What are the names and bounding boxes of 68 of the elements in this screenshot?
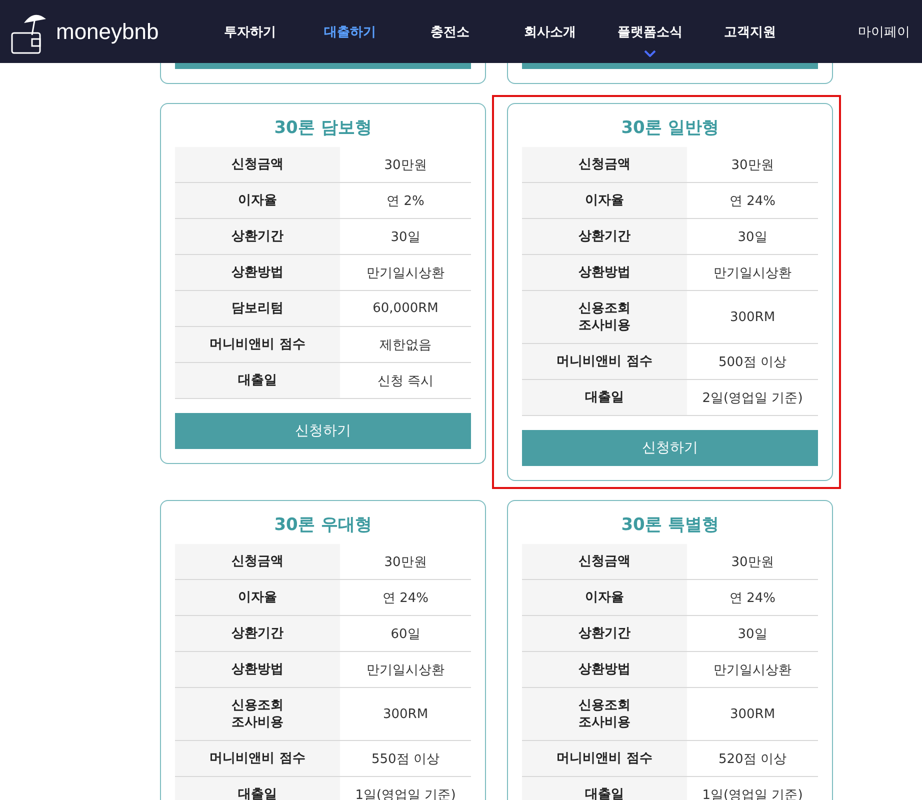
- row-label: 머니비앤비 점수: [522, 741, 687, 776]
- nav-item[interactable]: 마이페이: [858, 23, 910, 41]
- row-value: 520점 이상: [718, 750, 788, 768]
- row-value: 연 24%: [381, 590, 430, 608]
- row-label: 상환방법: [175, 652, 340, 687]
- row-label: 이자율: [522, 183, 687, 218]
- row-label: 이자율: [175, 580, 340, 615]
- row-value: 300RM: [382, 706, 430, 724]
- row-label: 신용조회 조사비용: [175, 688, 340, 740]
- row-value: 30일: [736, 228, 768, 246]
- row-label: 신청금액: [175, 147, 340, 182]
- row-label: 대출일: [522, 380, 687, 415]
- row-label: 머니비앤비 점수: [175, 741, 340, 776]
- row-label: 신청금액: [522, 544, 687, 579]
- row-label: 대출일: [522, 777, 687, 800]
- button-edge[interactable]: [522, 63, 818, 69]
- row-label: 신용조회 조사비용: [522, 291, 687, 343]
- row-value: 30일: [390, 228, 422, 246]
- row-value: 연 24%: [728, 192, 777, 210]
- nav-item[interactable]: 고객지원: [700, 14, 800, 48]
- row-value: 만기일시상환: [712, 264, 792, 282]
- row-value: 550점 이상: [370, 750, 440, 768]
- row-label: 머니비앤비 점수: [175, 327, 340, 362]
- row-value: 300RM: [728, 308, 776, 326]
- card-title: 30론 일반형: [620, 117, 720, 140]
- row-value: 연 24%: [728, 590, 777, 608]
- row-label: 대출일: [175, 363, 340, 398]
- nav-item[interactable]: 플랫폼소식: [600, 14, 700, 48]
- row-value: 500점 이상: [718, 354, 788, 372]
- row-value: 2일(영업일 기준): [701, 390, 804, 408]
- row-value: 제한없음: [378, 336, 432, 354]
- row-label: 상환방법: [522, 255, 687, 290]
- row-value: 30만원: [383, 156, 428, 174]
- row-value: 30만원: [730, 156, 775, 174]
- card-title: 30론 특별형: [620, 514, 720, 537]
- logo-text[interactable]: moneybnb: [56, 18, 159, 44]
- row-value: 60,000RM: [372, 300, 440, 318]
- row-value: 연 2%: [386, 192, 426, 210]
- nav-item[interactable]: 충전소: [400, 14, 500, 48]
- row-label: 머니비앤비 점수: [522, 344, 687, 379]
- row-label: 상환방법: [522, 652, 687, 687]
- row-value: 30일: [736, 626, 768, 644]
- row-label: 신청금액: [522, 147, 687, 182]
- nav-item[interactable]: 회사소개: [500, 14, 600, 48]
- row-label: 대출일: [175, 777, 340, 800]
- row-value: 60일: [390, 626, 422, 644]
- row-value: 30만원: [383, 554, 428, 572]
- card-title: 30론 담보형: [273, 117, 373, 140]
- row-label: 신청금액: [175, 544, 340, 579]
- row-label: 상환기간: [522, 616, 687, 651]
- row-value: 신청 즉시: [376, 372, 435, 390]
- row-label: 신용조회 조사비용: [522, 688, 687, 740]
- row-value: 만기일시상환: [366, 662, 446, 680]
- row-label: 상환방법: [175, 255, 340, 290]
- row-value: 30만원: [730, 554, 775, 572]
- row-value: 300RM: [728, 706, 776, 724]
- row-label: 이자율: [175, 183, 340, 218]
- card-title: 30론 우대형: [273, 514, 373, 537]
- row-label: 담보리텀: [175, 291, 340, 326]
- row-value: 만기일시상환: [712, 662, 792, 680]
- row-label: 상환기간: [175, 616, 340, 651]
- row-label: 상환기간: [175, 219, 340, 254]
- row-value: 만기일시상환: [366, 264, 446, 282]
- row-label: 상환기간: [522, 219, 687, 254]
- nav-item[interactable]: 투자하기: [200, 14, 300, 48]
- row-label: 이자율: [522, 580, 687, 615]
- nav-item[interactable]: 대출하기: [300, 14, 400, 48]
- button-edge[interactable]: [175, 63, 471, 69]
